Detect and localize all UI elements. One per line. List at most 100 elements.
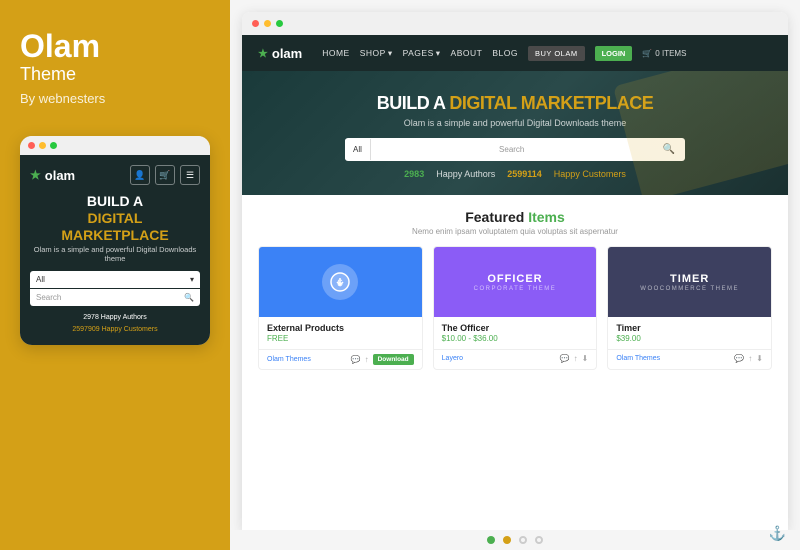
mobile-user-icon[interactable]: 👤 [130, 165, 150, 185]
mobile-menu-icon[interactable]: ☰ [180, 165, 200, 185]
carousel-dot-1[interactable] [487, 536, 495, 544]
carousel-dot-4[interactable] [535, 536, 543, 544]
hero-customers-num: 2599114 [507, 169, 542, 179]
product-author-3: Olam Themes [616, 355, 660, 362]
brand-by: By webnesters [20, 91, 210, 106]
download-icon-3: ⬇ [756, 354, 763, 363]
mobile-logo-text: olam [45, 168, 75, 183]
product-thumb-1: $ [259, 247, 422, 317]
product-price-1: FREE [267, 334, 414, 343]
product-thumb-sub-3: Woocommerce Theme [640, 286, 739, 292]
product-actions-2: 💬 ↑ ⬇ [560, 354, 589, 363]
left-panel: Olam Theme By webnesters ★ olam 👤 🛒 ☰ [0, 0, 230, 550]
mobile-customers-stat: 2597909 Happy Customers [30, 324, 200, 335]
featured-title-text: Featured [465, 209, 524, 225]
mobile-authors-stat: 2978 Happy Authors [30, 312, 200, 323]
mobile-search-section: All ▾ Search 🔍 [30, 271, 200, 306]
mobile-hero-title: BUILD A DIGITAL MARKETPLACE [30, 193, 200, 243]
mobile-hero-line2: DIGITAL [88, 210, 143, 226]
mobile-chevron-icon: ▾ [190, 275, 194, 284]
nav-pages-chevron-icon: ▾ [436, 48, 441, 59]
product-author-2: Layero [442, 355, 463, 362]
download-button-1[interactable]: Download [373, 354, 414, 365]
download-icon-2: ⬇ [582, 354, 589, 363]
nav-pages[interactable]: PAGES ▾ [403, 48, 441, 59]
product-info-2: The Officer $10.00 - $36.00 [434, 317, 597, 349]
product-name-2: The Officer [442, 323, 589, 333]
mobile-mockup: ★ olam 👤 🛒 ☰ BUILD A DIGITAL MARKETPLACE… [20, 136, 210, 345]
featured-title-highlight: Items [528, 209, 565, 225]
carousel-dot-3[interactable] [519, 536, 527, 544]
mobile-content: ★ olam 👤 🛒 ☰ BUILD A DIGITAL MARKETPLACE… [20, 155, 210, 345]
nav-buy-button[interactable]: BUY OLAM [528, 46, 585, 61]
mobile-hero-line1: BUILD A [87, 193, 143, 209]
desktop-dot-green [276, 20, 283, 27]
cart-icon: 🛒 [642, 49, 652, 58]
mobile-search-wrap[interactable]: Search 🔍 [30, 289, 200, 306]
product-footer-3: Olam Themes 💬 ↑ ⬇ [608, 349, 771, 367]
product-card-1: $ External Products FREE Olam Themes [258, 246, 423, 370]
share-icon-2: ↑ [574, 354, 578, 363]
hero-authors-num: 2983 [404, 169, 424, 179]
product-info-3: Timer $39.00 [608, 317, 771, 349]
featured-title: Featured Items [258, 209, 772, 225]
product-footer-1: Olam Themes 💬 ↑ Download [259, 349, 422, 369]
nav-cart[interactable]: 🛒 0 ITEMS [642, 49, 686, 58]
product-author-1: Olam Themes [267, 356, 311, 363]
nav-shop[interactable]: SHOP ▾ [360, 48, 393, 59]
nav-blog[interactable]: BLOG [492, 48, 518, 58]
mobile-customers-num: 2597909 [72, 326, 99, 333]
product-thumb-content-3: TIMER Woocommerce Theme [640, 273, 739, 292]
mobile-authors-num: 2978 [83, 314, 99, 321]
product-name-1: External Products [267, 323, 414, 333]
mobile-dot-green [50, 142, 57, 149]
hero-authors-label: Happy Authors [436, 169, 495, 179]
product-card-3: TIMER Woocommerce Theme Timer $39.00 Ola… [607, 246, 772, 370]
product-card-2: OFFICER CORPORATE THEME The Officer $10.… [433, 246, 598, 370]
brand-subtitle: Theme [20, 64, 210, 85]
desktop-browser: ★ olam HOME SHOP ▾ PAGES ▾ ABOUT BLOG BU [242, 12, 788, 530]
mobile-stats: 2978 Happy Authors 2597909 Happy Custome… [30, 312, 200, 334]
site-hero: BUILD A DIGITAL MARKETPLACE Olam is a si… [242, 71, 788, 195]
hero-customers-label: Happy Customers [554, 169, 626, 179]
nav-about[interactable]: ABOUT [451, 48, 483, 58]
nav-pages-label: PAGES [403, 48, 434, 58]
mobile-logo-star: ★ [30, 168, 41, 182]
product-actions-3: 💬 ↑ ⬇ [734, 354, 763, 363]
nav-login-button[interactable]: LOGIN [595, 46, 633, 61]
brand-title: Olam [20, 30, 210, 62]
nav-home[interactable]: HOME [322, 48, 350, 58]
mobile-customers-label: Happy Customers [102, 326, 158, 333]
mobile-all-label: All [36, 275, 45, 284]
mobile-logo: ★ olam [30, 168, 75, 183]
mobile-browser-bar [20, 136, 210, 155]
desktop-dot-red [252, 20, 259, 27]
nav-shop-label: SHOP [360, 48, 386, 58]
product-thumb-3: TIMER Woocommerce Theme [608, 247, 771, 317]
mobile-search-placeholder: Search [36, 293, 61, 302]
site-logo-text: olam [272, 46, 302, 61]
site-logo: ★ olam [258, 46, 302, 61]
desktop-dot-yellow [264, 20, 271, 27]
right-panel: ★ olam HOME SHOP ▾ PAGES ▾ ABOUT BLOG BU [230, 0, 800, 550]
mobile-cart-icon[interactable]: 🛒 [155, 165, 175, 185]
scroll-down-icon: ⚓ [769, 525, 786, 542]
desktop-browser-bar [242, 12, 788, 35]
product-thumb-content-2: OFFICER CORPORATE THEME [474, 273, 557, 292]
product-icon-1: $ [322, 264, 358, 300]
search-category-select[interactable]: All [345, 139, 371, 160]
mobile-select-wrap[interactable]: All ▾ [30, 271, 200, 288]
featured-header: Featured Items Nemo enim ipsam voluptate… [258, 209, 772, 236]
site-nav: ★ olam HOME SHOP ▾ PAGES ▾ ABOUT BLOG BU [242, 35, 788, 71]
bottom-bar: ⚓ [230, 530, 800, 550]
product-actions-1: 💬 ↑ Download [351, 354, 414, 365]
search-input[interactable]: Search [371, 139, 653, 160]
hero-title-line1: BUILD A [377, 93, 445, 113]
share-icon-3: ↑ [748, 354, 752, 363]
desktop-site: ★ olam HOME SHOP ▾ PAGES ▾ ABOUT BLOG BU [242, 35, 788, 530]
featured-grid: $ External Products FREE Olam Themes [258, 246, 772, 370]
mobile-nav-icons: 👤 🛒 ☰ [130, 165, 200, 185]
carousel-dot-2[interactable] [503, 536, 511, 544]
product-thumb-2: OFFICER CORPORATE THEME [434, 247, 597, 317]
mobile-search-icon: 🔍 [184, 293, 194, 302]
